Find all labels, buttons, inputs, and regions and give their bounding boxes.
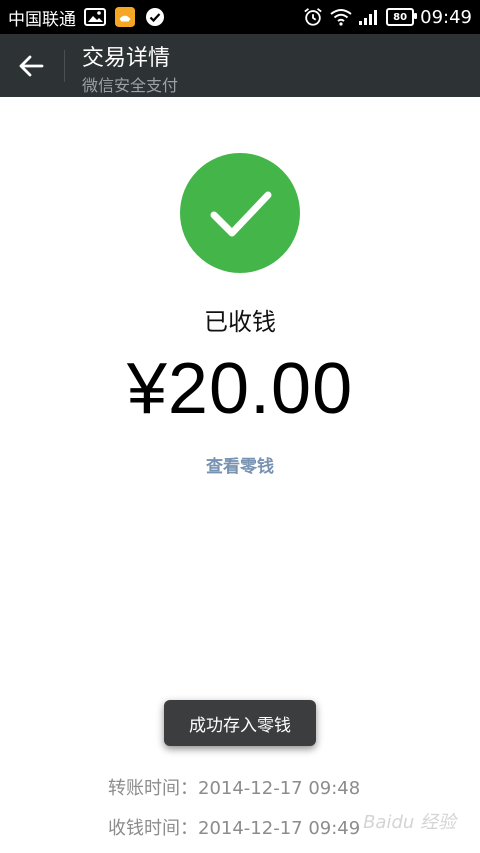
transfer-time: 转账时间：2014-12-17 09:48 bbox=[108, 778, 361, 799]
alarm-icon bbox=[304, 8, 322, 26]
signal-icon bbox=[359, 10, 378, 25]
status-right: 80 09:49 bbox=[302, 0, 472, 34]
status-bar: 中国联通 80 09:49 bbox=[0, 0, 480, 34]
checkmark-icon bbox=[210, 191, 272, 237]
battery-icon: 80 bbox=[386, 8, 418, 26]
back-arrow-icon bbox=[19, 55, 44, 77]
view-change-link[interactable]: 查看零钱 bbox=[0, 452, 480, 477]
gallery-icon bbox=[84, 8, 106, 26]
wifi-icon bbox=[330, 9, 352, 26]
page-title: 交易详情 bbox=[82, 46, 171, 71]
page-subtitle: 微信安全支付 bbox=[82, 76, 179, 95]
success-check-icon bbox=[180, 153, 300, 273]
transaction-status: 已收钱 bbox=[204, 308, 276, 336]
title-bar: 交易详情 微信安全支付 bbox=[0, 34, 480, 97]
watermark: Baidu 经验 bbox=[363, 812, 456, 833]
back-button[interactable] bbox=[10, 46, 52, 86]
header-divider bbox=[64, 50, 65, 82]
transaction-amount: ¥20.00 bbox=[126, 349, 354, 429]
game-app-icon bbox=[115, 7, 135, 27]
carrier-name: 中国联通 bbox=[8, 9, 76, 30]
receive-time: 收钱时间：2014-12-17 09:49 bbox=[108, 818, 361, 839]
toast-message: 成功存入零钱 bbox=[164, 700, 316, 746]
clock: 09:49 bbox=[420, 6, 472, 28]
status-left: 中国联通 bbox=[8, 0, 166, 34]
check-badge-icon bbox=[146, 8, 164, 26]
